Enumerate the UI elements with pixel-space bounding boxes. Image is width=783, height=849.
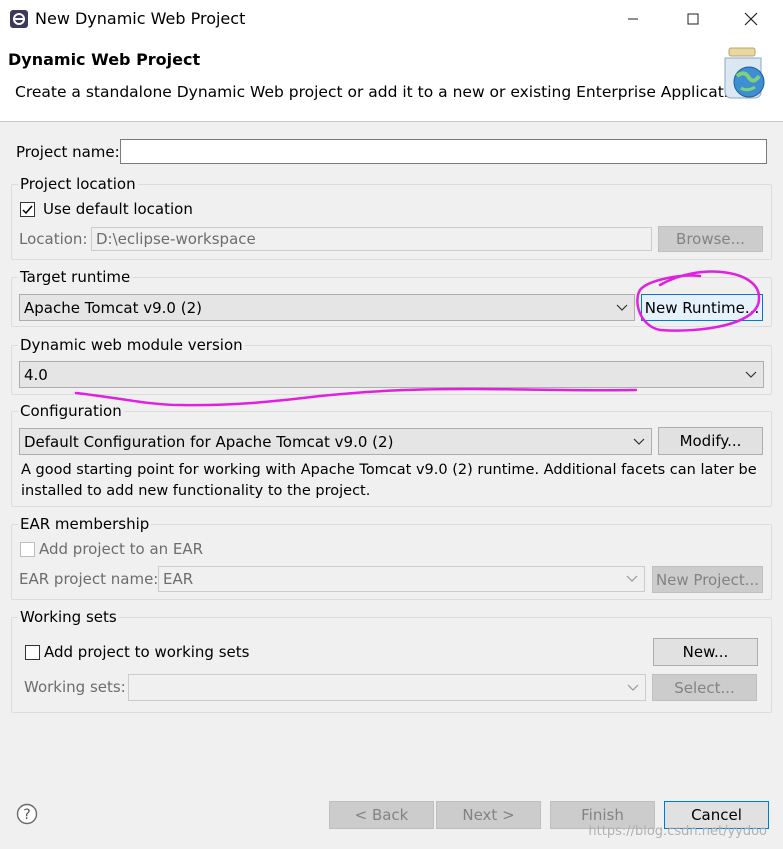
- new-working-set-button[interactable]: New...: [653, 638, 758, 666]
- ear-project-name-select: EAR: [158, 566, 645, 592]
- target-runtime-value: Apache Tomcat v9.0 (2): [24, 299, 202, 317]
- select-working-sets-button: Select...: [652, 674, 757, 701]
- working-sets-select: [128, 674, 646, 701]
- location-label: Location:: [19, 230, 88, 248]
- maximize-button[interactable]: [670, 0, 716, 38]
- project-name-input[interactable]: [120, 139, 767, 164]
- configuration-description-line1: A good starting point for working with A…: [21, 462, 757, 478]
- svg-text:?: ?: [23, 807, 30, 823]
- configuration-title: Configuration: [18, 402, 124, 420]
- modify-button-label: Modify...: [679, 432, 742, 450]
- close-icon: [744, 12, 758, 26]
- finish-button-label: Finish: [581, 806, 624, 824]
- chevron-down-icon: [627, 675, 639, 700]
- add-to-ear-checkbox: [20, 542, 35, 557]
- minimize-button[interactable]: [610, 0, 656, 38]
- ear-project-name-label: EAR project name:: [19, 570, 159, 588]
- web-module-select[interactable]: 4.0: [19, 361, 764, 388]
- new-working-set-button-label: New...: [682, 643, 729, 661]
- use-default-location-checkbox[interactable]: [20, 202, 35, 217]
- web-module-title: Dynamic web module version: [18, 336, 245, 354]
- web-project-globe-icon: [715, 46, 771, 102]
- watermark: https://blog.csdn.net/yydoo: [588, 824, 767, 839]
- wizard-banner: Dynamic Web Project Create a standalone …: [0, 38, 783, 122]
- configuration-value: Default Configuration for Apache Tomcat …: [24, 433, 394, 451]
- add-to-working-sets-label[interactable]: Add project to working sets: [44, 643, 249, 661]
- new-ear-project-button: New Project...: [652, 566, 763, 593]
- add-to-working-sets-checkbox[interactable]: [25, 645, 40, 660]
- window-title: New Dynamic Web Project: [35, 9, 246, 28]
- help-icon: ?: [16, 803, 38, 825]
- back-button: < Back: [329, 801, 434, 829]
- configuration-description-line2: installed to add new functionality to th…: [21, 483, 371, 499]
- chevron-down-icon: [616, 295, 628, 320]
- target-runtime-title: Target runtime: [18, 268, 133, 286]
- chevron-down-icon: [626, 567, 638, 591]
- project-name-label: Project name:: [16, 143, 120, 161]
- ear-project-name-value: EAR: [163, 570, 194, 588]
- back-button-label: < Back: [354, 806, 409, 824]
- location-value: D:\eclipse-workspace: [96, 230, 256, 248]
- banner-title: Dynamic Web Project: [8, 50, 201, 69]
- location-input: D:\eclipse-workspace: [91, 227, 652, 251]
- add-to-ear-label: Add project to an EAR: [39, 540, 204, 558]
- project-location-title: Project location: [18, 175, 138, 193]
- help-button[interactable]: ?: [16, 803, 38, 825]
- checkmark-icon: [22, 205, 33, 215]
- select-working-sets-button-label: Select...: [674, 678, 735, 697]
- next-button-label: Next >: [462, 806, 515, 824]
- target-runtime-select[interactable]: Apache Tomcat v9.0 (2): [19, 294, 635, 321]
- web-module-value: 4.0: [24, 366, 48, 384]
- close-button[interactable]: [728, 0, 774, 38]
- minimize-icon: [628, 18, 638, 20]
- banner-description: Create a standalone Dynamic Web project …: [15, 83, 753, 101]
- ear-membership-title: EAR membership: [18, 515, 152, 533]
- next-button: Next >: [436, 801, 541, 829]
- cancel-button-label: Cancel: [691, 806, 742, 824]
- working-sets-label: Working sets:: [24, 678, 126, 696]
- use-default-location-label[interactable]: Use default location: [43, 200, 193, 218]
- title-bar: New Dynamic Web Project: [0, 0, 783, 38]
- chevron-down-icon: [745, 362, 757, 387]
- chevron-down-icon: [633, 429, 645, 454]
- eclipse-icon: [9, 9, 29, 29]
- browse-button-label: Browse...: [676, 230, 745, 248]
- maximize-icon: [687, 13, 699, 25]
- configuration-select[interactable]: Default Configuration for Apache Tomcat …: [19, 428, 652, 455]
- browse-button: Browse...: [658, 226, 763, 252]
- new-runtime-button[interactable]: New Runtime...: [641, 294, 763, 321]
- modify-button[interactable]: Modify...: [658, 427, 763, 455]
- new-runtime-button-label: New Runtime...: [644, 298, 760, 317]
- new-ear-project-button-label: New Project...: [655, 570, 760, 589]
- working-sets-title: Working sets: [18, 608, 119, 626]
